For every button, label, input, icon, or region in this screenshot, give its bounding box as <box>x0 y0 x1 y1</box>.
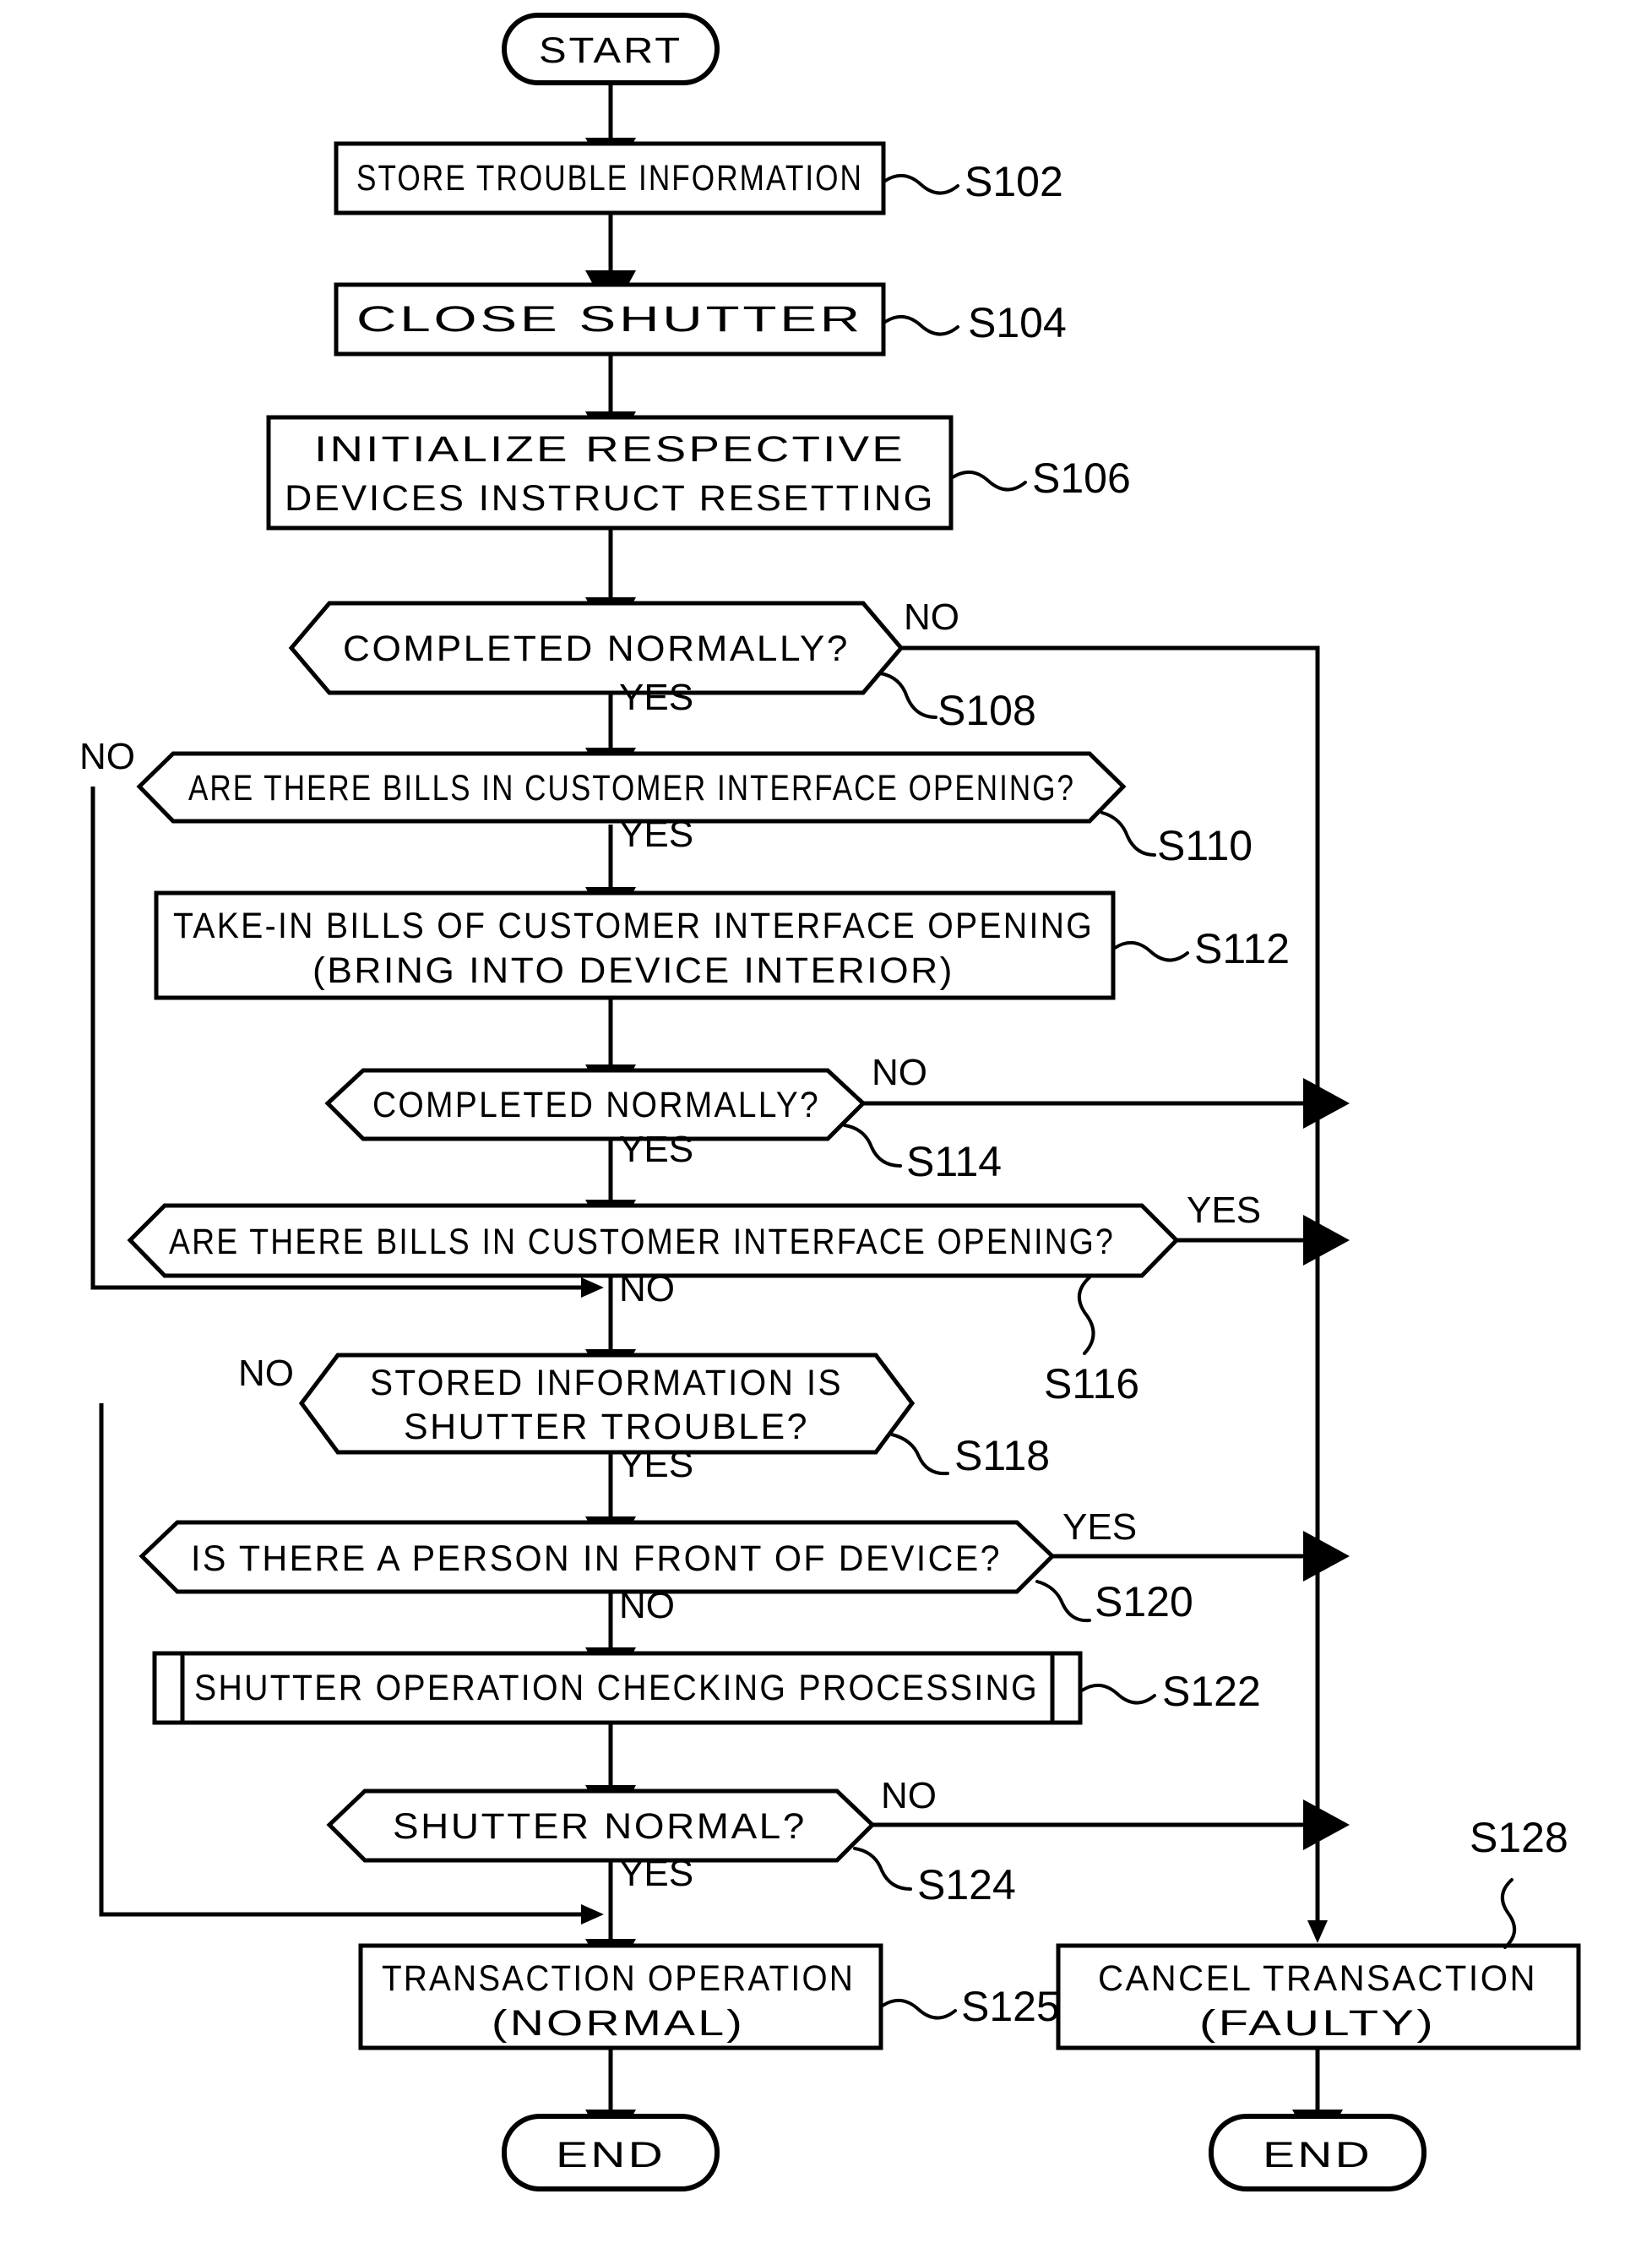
node-s120[interactable]: IS THERE A PERSON IN FRONT OF DEVICE? <box>139 1520 1056 1594</box>
node-s124-label: SHUTTER NORMAL? <box>393 1806 807 1847</box>
node-end-faulty-label: END <box>1263 2135 1372 2175</box>
s114-yes-label: YES <box>619 1129 693 1170</box>
node-s125[interactable]: TRANSACTION OPERATION (NORMAL) <box>358 1943 883 2050</box>
node-s116[interactable]: ARE THERE BILLS IN CUSTOMER INTERFACE OP… <box>127 1203 1180 1278</box>
node-s120-label: IS THERE A PERSON IN FRONT OF DEVICE? <box>191 1538 1002 1579</box>
s114-no-label: NO <box>872 1052 927 1093</box>
node-s106[interactable]: INITIALIZE RESPECTIVE DEVICES INSTRUCT R… <box>266 415 954 531</box>
step-label-s122: S122 <box>1080 1668 1261 1715</box>
svg-text:S120: S120 <box>1095 1578 1193 1625</box>
step-label-s124: S124 <box>853 1847 1016 1908</box>
node-s106-line1: INITIALIZE RESPECTIVE <box>314 429 905 470</box>
step-label-s102: S102 <box>883 158 1063 205</box>
node-end-normal[interactable]: END <box>502 2114 720 2191</box>
s118-no-label: NO <box>238 1353 294 1394</box>
s124-no-label: NO <box>881 1775 937 1816</box>
step-label-s125: S125 <box>881 1983 1060 2030</box>
s108-no-label: NO <box>904 596 959 638</box>
node-s118[interactable]: STORED INFORMATION IS SHUTTER TROUBLE? <box>298 1353 916 1455</box>
svg-text:S110: S110 <box>1157 822 1253 869</box>
node-start-label: START <box>539 30 682 71</box>
node-s110[interactable]: ARE THERE BILLS IN CUSTOMER INTERFACE OP… <box>136 751 1127 824</box>
s108-yes-label: YES <box>619 677 693 718</box>
s118-yes-label: YES <box>619 1444 693 1485</box>
node-s102[interactable]: STORE TROUBLE INFORMATION <box>334 141 886 215</box>
svg-text:S128: S128 <box>1470 1814 1568 1861</box>
node-s106-line2: DEVICES INSTRUCT RESETTING <box>285 478 935 519</box>
s120-yes-label: YES <box>1062 1506 1137 1548</box>
step-label-s110: S110 <box>1100 811 1253 869</box>
svg-text:S104: S104 <box>968 299 1067 346</box>
step-label-s104: S104 <box>883 299 1067 346</box>
node-s128[interactable]: CANCEL TRANSACTION (FAULTY) <box>1056 1943 1581 2050</box>
svg-text:S118: S118 <box>954 1432 1050 1479</box>
node-s124[interactable]: SHUTTER NORMAL? <box>326 1788 876 1863</box>
step-label-s112: S112 <box>1113 925 1290 972</box>
node-s122[interactable]: SHUTTER OPERATION CHECKING PROCESSING <box>152 1651 1083 1725</box>
node-s118-line1: STORED INFORMATION IS <box>370 1363 843 1403</box>
svg-text:S108: S108 <box>937 687 1036 734</box>
svg-text:S125: S125 <box>961 1983 1060 2030</box>
s116-yes-label: YES <box>1187 1190 1261 1231</box>
node-s112-line2: (BRING INTO DEVICE INTERIOR) <box>312 950 954 991</box>
node-s102-label: STORE TROUBLE INFORMATION <box>356 158 863 199</box>
node-start[interactable]: START <box>502 13 720 85</box>
s110-yes-label: YES <box>619 814 693 855</box>
node-s116-label: ARE THERE BILLS IN CUSTOMER INTERFACE OP… <box>169 1222 1115 1262</box>
node-s112[interactable]: TAKE-IN BILLS OF CUSTOMER INTERFACE OPEN… <box>154 890 1116 1000</box>
svg-text:S106: S106 <box>1032 455 1131 502</box>
flowchart-svg: START STORE TROUBLE INFORMATION S102 CLO… <box>79 13 1581 2191</box>
node-s118-line2: SHUTTER TROUBLE? <box>404 1407 809 1447</box>
step-label-s128: S128 <box>1470 1814 1568 1949</box>
svg-text:S116: S116 <box>1044 1360 1139 1407</box>
node-s104[interactable]: CLOSE SHUTTER <box>334 282 886 357</box>
node-s104-label: CLOSE SHUTTER <box>356 299 863 340</box>
svg-text:S102: S102 <box>965 158 1063 205</box>
node-end-faulty[interactable]: END <box>1209 2114 1426 2191</box>
flowchart-canvas: START STORE TROUBLE INFORMATION S102 CLO… <box>0 0 1652 2254</box>
node-s108[interactable]: COMPLETED NORMALLY? <box>288 601 905 695</box>
node-s112-line1: TAKE-IN BILLS OF CUSTOMER INTERFACE OPEN… <box>173 906 1094 946</box>
svg-text:S124: S124 <box>917 1861 1016 1908</box>
node-s125-line2: (NORMAL) <box>492 2003 745 2044</box>
step-label-s116: S116 <box>1044 1276 1139 1407</box>
s110-no-label: NO <box>79 736 135 777</box>
svg-text:S122: S122 <box>1162 1668 1261 1715</box>
svg-text:S112: S112 <box>1194 925 1290 972</box>
step-label-s120: S120 <box>1035 1578 1193 1625</box>
step-label-s114: S114 <box>843 1124 1002 1185</box>
node-s114-label: COMPLETED NORMALLY? <box>372 1085 820 1125</box>
node-s110-label: ARE THERE BILLS IN CUSTOMER INTERFACE OP… <box>188 768 1075 808</box>
s116-no-label: NO <box>619 1268 675 1309</box>
step-label-s118: S118 <box>890 1432 1050 1479</box>
s124-yes-label: YES <box>619 1853 693 1894</box>
node-s128-line2: (FAULTY) <box>1199 2003 1436 2044</box>
node-s128-line1: CANCEL TRANSACTION <box>1098 1958 1537 1999</box>
node-s108-label: COMPLETED NORMALLY? <box>343 629 850 669</box>
step-label-s106: S106 <box>951 455 1131 502</box>
svg-text:S114: S114 <box>906 1138 1002 1185</box>
node-s125-line1: TRANSACTION OPERATION <box>382 1958 855 1999</box>
node-s114[interactable]: COMPLETED NORMALLY? <box>324 1068 867 1141</box>
step-label-s108: S108 <box>878 672 1036 734</box>
s120-no-label: NO <box>619 1585 675 1626</box>
node-end-normal-label: END <box>556 2135 666 2175</box>
node-s122-label: SHUTTER OPERATION CHECKING PROCESSING <box>194 1668 1039 1708</box>
